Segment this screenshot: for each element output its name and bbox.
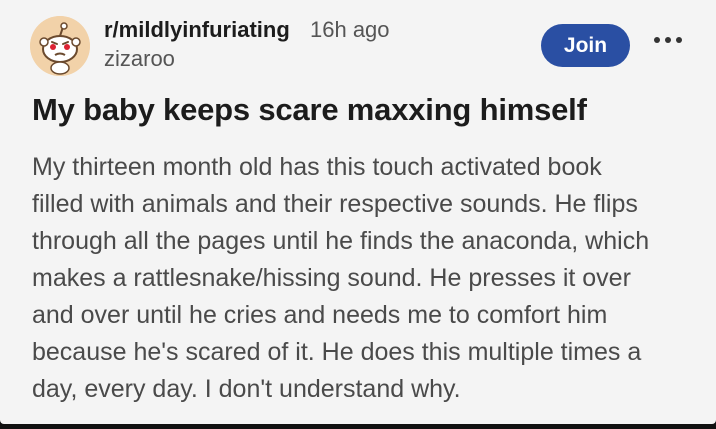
more-dot <box>665 37 671 43</box>
more-dot <box>676 37 682 43</box>
post-body-line: through all the pages until he finds the… <box>32 227 650 255</box>
post-body-line: filled with animals and their respective… <box>32 190 638 218</box>
post-card: r/mildlyinfuriating 16h ago zizaroo Join… <box>0 0 716 424</box>
more-options-icon[interactable] <box>654 33 682 47</box>
join-button[interactable]: Join <box>541 24 630 67</box>
post-body-line: day, every day. I don't understand why. <box>32 375 461 403</box>
post-timestamp: 16h ago <box>310 17 390 42</box>
subreddit-name[interactable]: r/mildlyinfuriating <box>104 17 290 43</box>
post-body: My thirteen month old has this touch act… <box>32 149 702 408</box>
post-author[interactable]: zizaroo <box>104 46 175 72</box>
post-body-line: because he's scared of it. He does this … <box>32 338 642 366</box>
post-title[interactable]: My baby keeps scare maxxing himself <box>32 92 587 128</box>
subreddit-avatar-icon[interactable] <box>30 16 90 76</box>
post-body-line: and over until he cries and needs me to … <box>32 301 608 329</box>
post-body-line: My thirteen month old has this touch act… <box>32 153 602 181</box>
post-body-line: makes a rattlesnake/hissing sound. He pr… <box>32 264 631 292</box>
more-dot <box>654 37 660 43</box>
